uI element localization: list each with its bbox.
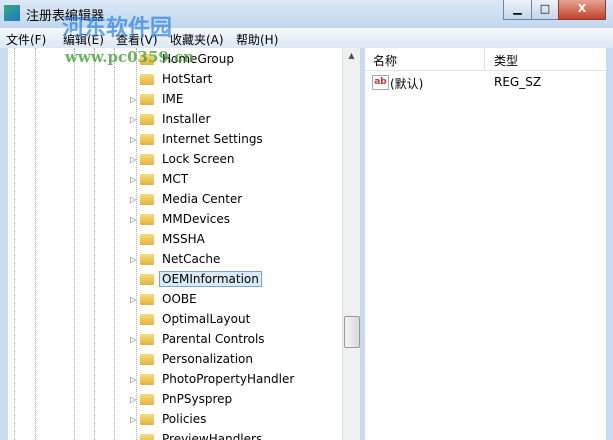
tree-item-label: HotStart — [162, 72, 213, 86]
menu-bar: 文件(F) 编辑(E) 查看(V) 收藏夹(A) 帮助(H) — [0, 28, 613, 48]
tree-item-label: PhotoPropertyHandler — [162, 372, 295, 386]
values-pane: 名称 类型 ab (默认) REG_SZ — [365, 48, 606, 440]
expand-arrow-icon[interactable]: ▷ — [130, 175, 140, 184]
folder-icon — [140, 233, 154, 245]
folder-icon — [140, 373, 154, 385]
folder-icon — [140, 73, 154, 85]
tree-item-label: Installer — [162, 112, 211, 126]
expand-arrow-icon[interactable]: ▷ — [130, 155, 140, 164]
expand-arrow-icon[interactable]: ▷ — [130, 195, 140, 204]
folder-icon — [140, 393, 154, 405]
expand-arrow-icon[interactable]: ▷ — [130, 255, 140, 264]
tree-item-label: MSSHA — [162, 232, 205, 246]
folder-icon — [140, 353, 154, 365]
tree-item-label: Internet Settings — [162, 132, 263, 146]
tree-item-label: PnPSysprep — [162, 392, 233, 406]
folder-icon — [140, 293, 154, 305]
tree-item-label: Lock Screen — [162, 152, 235, 166]
expand-arrow-icon[interactable]: ▷ — [130, 95, 140, 104]
title-bar: 注册表编辑器 ▁ □ X — [0, 0, 613, 28]
tree-item-label: OEMInformation — [159, 271, 262, 287]
tree-item-label: NetCache — [162, 252, 221, 266]
tree-item-label: Parental Controls — [162, 332, 265, 346]
folder-icon — [140, 213, 154, 225]
tree-item[interactable]: ▷ Parental Controls — [130, 329, 268, 349]
column-name[interactable]: 名称 — [373, 52, 397, 69]
tree-item[interactable]: PreviewHandlers — [130, 429, 265, 440]
expand-arrow-icon[interactable]: ▷ — [130, 335, 140, 344]
scroll-up-icon[interactable]: ▲ — [343, 51, 360, 60]
menu-edit[interactable]: 编辑(E) — [63, 31, 104, 48]
close-button[interactable]: X — [558, 0, 606, 20]
tree-item[interactable]: Personalization — [130, 349, 256, 369]
folder-icon — [140, 93, 154, 105]
value-name: (默认) — [390, 77, 424, 91]
tree-item-label: OOBE — [162, 292, 197, 306]
tree-item-label: Policies — [162, 412, 207, 426]
expand-arrow-icon[interactable]: ▷ — [130, 295, 140, 304]
tree-item[interactable]: HotStart — [130, 69, 215, 89]
folder-icon — [140, 273, 154, 285]
tree-item-label: OptimalLayout — [162, 312, 251, 326]
string-value-icon: ab — [372, 75, 389, 90]
tree-item[interactable]: MSSHA — [130, 229, 208, 249]
regedit-icon — [4, 5, 20, 21]
tree-item[interactable]: ▷ PhotoPropertyHandler — [130, 369, 297, 389]
tree-item[interactable]: ▷ IME — [130, 89, 186, 109]
tree-scrollbar[interactable]: ▲ — [342, 48, 360, 440]
tree-item-label: MCT — [162, 172, 189, 186]
tree-item-label: Media Center — [162, 192, 243, 206]
tree-item[interactable]: ▷ Lock Screen — [130, 149, 237, 169]
tree-item[interactable]: ▷ Media Center — [130, 189, 245, 209]
window-title: 注册表编辑器 — [26, 9, 105, 24]
tree-item[interactable]: ▷ MMDevices — [130, 209, 233, 229]
minimize-button[interactable]: ▁ — [503, 0, 532, 20]
folder-icon — [140, 433, 154, 440]
tree-item-label: Personalization — [162, 352, 253, 366]
value-row[interactable]: ab (默认) REG_SZ — [365, 71, 606, 93]
folder-icon — [140, 193, 154, 205]
registry-tree: HomeGroup HotStart ▷ IME ▷ Installer ▷ Internet… — [8, 48, 342, 440]
expand-arrow-icon[interactable]: ▷ — [130, 395, 140, 404]
tree-item-label: MMDevices — [162, 212, 230, 226]
tree-item[interactable]: HomeGroup — [130, 49, 237, 69]
menu-file[interactable]: 文件(F) — [6, 31, 46, 48]
tree-item[interactable]: ▷ Policies — [130, 409, 209, 429]
folder-icon — [140, 253, 154, 265]
value-type: REG_SZ — [494, 75, 542, 89]
expand-arrow-icon[interactable]: ▷ — [130, 135, 140, 144]
menu-favorites[interactable]: 收藏夹(A) — [170, 31, 224, 48]
tree-item-label: IME — [162, 92, 184, 106]
tree-item[interactable]: ▷ NetCache — [130, 249, 223, 269]
folder-icon — [140, 153, 154, 165]
expand-arrow-icon[interactable]: ▷ — [130, 415, 140, 424]
tree-item[interactable]: ▷ MCT — [130, 169, 191, 189]
tree-item[interactable]: ▷ Internet Settings — [130, 129, 266, 149]
tree-item[interactable]: OptimalLayout — [130, 309, 253, 329]
folder-icon — [140, 133, 154, 145]
folder-icon — [140, 413, 154, 425]
menu-help[interactable]: 帮助(H) — [236, 31, 278, 48]
tree-item[interactable]: OEMInformation — [130, 269, 262, 289]
maximize-button[interactable]: □ — [531, 0, 559, 20]
scrollbar-thumb[interactable] — [344, 316, 360, 348]
tree-item[interactable]: ▷ Installer — [130, 109, 213, 129]
tree-item[interactable]: ▷ OOBE — [130, 289, 200, 309]
folder-icon — [140, 333, 154, 345]
tree-item[interactable]: ▷ PnPSysprep — [130, 389, 235, 409]
expand-arrow-icon[interactable]: ▷ — [130, 375, 140, 384]
folder-icon — [140, 113, 154, 125]
column-type[interactable]: 类型 — [494, 52, 518, 69]
folder-icon — [140, 53, 154, 65]
expand-arrow-icon[interactable]: ▷ — [130, 115, 140, 124]
menu-view[interactable]: 查看(V) — [116, 31, 158, 48]
folder-icon — [140, 173, 154, 185]
tree-item-label: HomeGroup — [162, 52, 234, 66]
tree-item-label: PreviewHandlers — [162, 432, 263, 440]
folder-icon — [140, 313, 154, 325]
expand-arrow-icon[interactable]: ▷ — [130, 215, 140, 224]
